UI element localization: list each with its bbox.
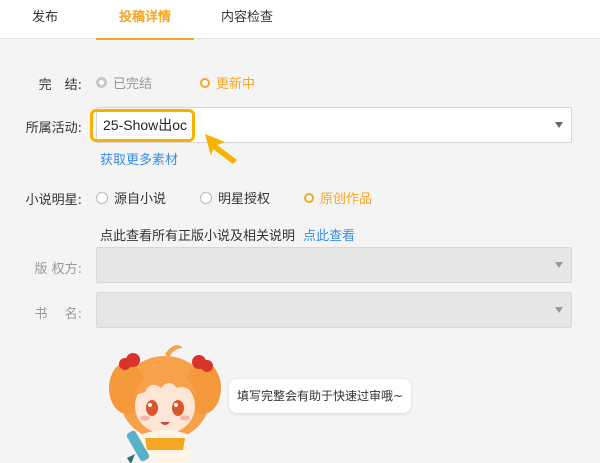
highlight-box <box>90 109 195 142</box>
tab-publish[interactable]: 发布 <box>24 0 66 38</box>
radio-updating[interactable]: 更新中 <box>200 73 255 92</box>
book-name-label: 书 名: <box>34 307 82 322</box>
tab-submission-details[interactable]: 投稿详情 <box>96 0 194 40</box>
radio-from-novel-dot <box>96 191 108 204</box>
mascot-illustration <box>109 345 221 463</box>
radio-original-work[interactable]: 原创作品 <box>304 188 372 207</box>
radio-updating-dot <box>200 77 210 88</box>
radio-from-novel-label: 源自小说 <box>114 192 167 207</box>
radio-star-license[interactable]: 明星授权 <box>200 188 270 207</box>
copyright-label: 版 权方: <box>34 262 82 277</box>
mascot-tip-bubble: 填写完整会有助于快速过审哦~ <box>229 379 412 413</box>
radio-completed-dot <box>96 77 107 88</box>
chevron-down-icon <box>555 307 563 313</box>
notice-row: 点此查看所有正版小说及相关说明 点此查看 <box>100 225 355 244</box>
radio-original-work-dot <box>304 192 314 203</box>
radio-completed[interactable]: 已完结 <box>96 73 152 92</box>
radio-star-license-dot <box>200 191 212 204</box>
radio-completed-label: 已完结 <box>113 77 153 92</box>
view-link[interactable]: 点此查看 <box>303 229 355 244</box>
tab-content-check[interactable]: 内容检查 <box>210 0 284 38</box>
chevron-down-icon <box>555 262 563 268</box>
completion-label: 完 结: <box>38 78 82 93</box>
copyright-select[interactable] <box>96 247 572 283</box>
book-name-select[interactable] <box>96 292 572 328</box>
radio-from-novel[interactable]: 源自小说 <box>96 188 166 207</box>
novel-star-label: 小说明星: <box>25 193 82 208</box>
activity-label: 所属活动: <box>25 121 82 136</box>
chevron-down-icon <box>555 122 563 128</box>
mascot-tip-text: 填写完整会有助于快速过审哦~ <box>237 389 404 403</box>
radio-star-license-label: 明星授权 <box>218 192 271 207</box>
notice-text: 点此查看所有正版小说及相关说明 <box>100 229 296 244</box>
get-more-materials-link[interactable]: 获取更多素材 <box>100 149 178 168</box>
tab-bar: 发布 投稿详情 内容检查 <box>0 0 600 40</box>
arrow-annotation-icon <box>205 134 237 164</box>
radio-original-work-label: 原创作品 <box>320 192 373 207</box>
radio-updating-label: 更新中 <box>216 77 256 92</box>
